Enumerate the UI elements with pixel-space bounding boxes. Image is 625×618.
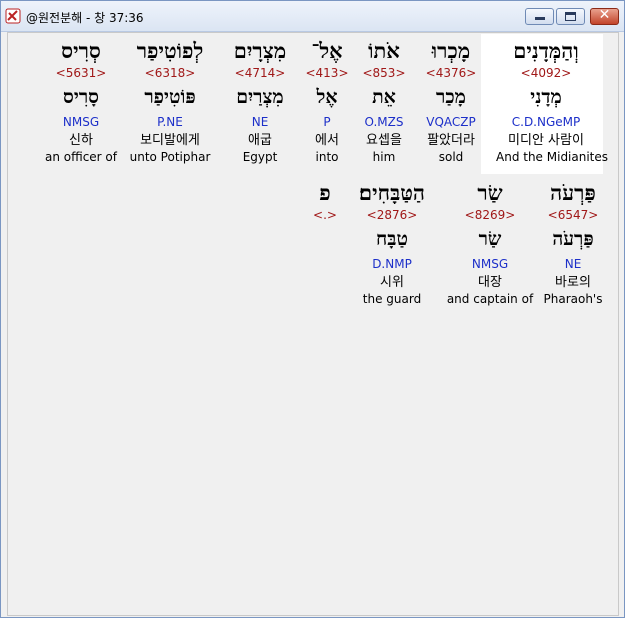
app-window: @원전분해 - 창 37:36 ✕ וְהַמְּדָנִים <4092> מ… — [0, 0, 625, 618]
hebrew-word: סְרִיס — [61, 38, 101, 63]
word-column-potiphar[interactable]: לְפוֹטִיפַר <6318> פּוֹטִיפַר P.NE 보디발에게… — [120, 37, 220, 166]
strong-number[interactable]: <4092> — [496, 64, 596, 82]
lemma-word: פּוֹטִיפַר — [144, 86, 196, 108]
maximize-button[interactable] — [556, 8, 585, 25]
hebrew-word: וְהַמְּדָנִים — [513, 38, 579, 63]
korean-gloss: 대장 — [478, 275, 502, 290]
english-gloss: and captain of — [446, 292, 534, 306]
word-column-egypt[interactable]: מִצְרָיִם <4714> מִצְרַיִם NE 애굽 Egypt — [210, 37, 310, 166]
strong-number[interactable]: <8269> — [440, 206, 540, 224]
english-gloss: unto Potiphar — [129, 150, 211, 164]
interlinear-panel: וְהַמְּדָנִים <4092> מְדָנִי C.D.NGeMP 미… — [7, 32, 619, 616]
hebrew-word: פ — [319, 180, 331, 205]
lemma-word: שַׂר — [478, 228, 502, 250]
window-title: @원전분해 - 창 37:36 — [26, 11, 144, 25]
close-button[interactable]: ✕ — [590, 7, 619, 25]
strong-number[interactable]: <6318> — [120, 64, 220, 82]
morphology-code: NE — [251, 115, 269, 129]
word-column-officer[interactable]: סְרִיס <5631> סָרִיס NMSG 신하 an officer … — [31, 37, 131, 166]
korean-gloss: 미디안 사람이 — [508, 133, 584, 148]
english-gloss: Egypt — [242, 150, 278, 164]
strong-number[interactable]: <4714> — [210, 64, 310, 82]
strong-number[interactable]: <.> — [275, 206, 375, 224]
morphology-code: NMSG — [62, 115, 100, 129]
morphology-code: P.NE — [157, 115, 183, 129]
korean-gloss: 신하 — [69, 133, 93, 148]
english-gloss: an officer of — [44, 150, 117, 164]
maximize-icon — [565, 12, 576, 21]
hebrew-word: מִצְרָיִם — [233, 38, 287, 63]
word-column-midianites[interactable]: וְהַמְּדָנִים <4092> מְדָנִי C.D.NGeMP 미… — [481, 34, 609, 174]
lemma-word: מְדָנִי — [530, 86, 562, 108]
morphology-code: C.D.NGeMP — [511, 115, 581, 129]
lemma-word: סָרִיס — [63, 86, 99, 108]
lemma-word: מִצְרַיִם — [236, 86, 284, 108]
close-icon: ✕ — [598, 7, 611, 23]
word-column-paragraph-marker[interactable]: פ <.> — [275, 179, 375, 224]
word-column-captain[interactable]: שַׂר <8269> שַׂר NMSG 대장 and captain of — [440, 179, 540, 308]
minimize-icon — [535, 17, 545, 20]
hebrew-word: לְפוֹטִיפַר — [136, 38, 204, 63]
korean-gloss: 애굽 — [248, 133, 272, 148]
morphology-code: NMSG — [471, 257, 509, 271]
morphology-code: D.NMP — [372, 257, 412, 271]
hebrew-word: שַׂר — [477, 180, 503, 205]
title-bar[interactable]: @원전분해 - 창 37:36 ✕ — [1, 1, 624, 32]
korean-gloss: 시위 — [380, 275, 404, 290]
minimize-button[interactable] — [525, 8, 554, 25]
english-gloss: the guard — [362, 292, 422, 306]
strong-number[interactable]: <5631> — [31, 64, 131, 82]
english-gloss: And the Midianites — [496, 150, 609, 164]
app-icon — [5, 8, 21, 24]
korean-gloss: 보디발에게 — [140, 133, 200, 148]
lemma-word: טַבָּח — [376, 228, 408, 250]
